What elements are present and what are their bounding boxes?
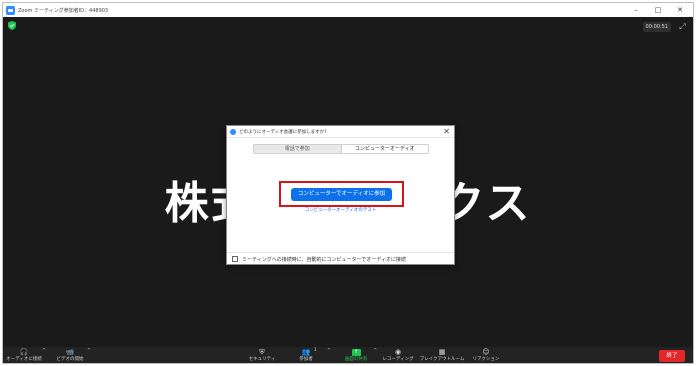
audio-label: オーディオに接続 xyxy=(6,357,42,362)
title-bar: Zoom ミーティング参加者ID：448903 – □ ✕ xyxy=(3,3,693,17)
window-title: Zoom ミーティング参加者ID：448903 xyxy=(18,7,109,14)
participants-icon: 👥 xyxy=(301,348,311,356)
share-label: 画面の共有 xyxy=(344,357,368,362)
close-window-button[interactable]: ✕ xyxy=(669,3,691,17)
auto-join-checkbox[interactable] xyxy=(232,256,238,262)
end-meeting-button[interactable]: 終了 xyxy=(659,350,685,362)
test-audio-link[interactable]: コンピューターオーディオのテスト xyxy=(227,207,454,213)
record-button[interactable]: ◉ レコーディング xyxy=(381,347,415,363)
dialog-title-bar: どのようにオーディオ会議に参加しますか? ✕ xyxy=(227,126,454,138)
shield-icon[interactable] xyxy=(8,21,16,30)
audio-tabs: 電話で参加 コンピューターオーディオ xyxy=(253,144,429,154)
breakout-rooms-button[interactable]: ▦ ブレイクアウトルーム xyxy=(418,347,466,363)
dialog-close-button[interactable]: ✕ xyxy=(443,127,450,137)
participants-label: 参加者 xyxy=(299,357,313,362)
dialog-footer: ミーティングへの接続時に、自動的にコンピューターでオーディオに接続 xyxy=(227,252,454,265)
participants-count: 1 xyxy=(314,347,317,352)
tab-phone[interactable]: 電話で参加 xyxy=(254,145,341,153)
maximize-button[interactable]: □ xyxy=(647,3,669,17)
auto-join-label: ミーティングへの接続時に、自動的にコンピューターでオーディオに接続 xyxy=(242,256,406,263)
fullscreen-icon[interactable]: ⤢ xyxy=(678,22,687,31)
grid-icon: ▦ xyxy=(438,348,446,356)
record-icon: ◉ xyxy=(394,348,402,356)
meeting-toolbar: 🎧 オーディオに接続 ^ 📹 ビデオの開始 ^ ⛨ セキュリティ 👥 参加者 1… xyxy=(3,347,693,363)
video-label: ビデオの開始 xyxy=(56,357,84,362)
join-computer-audio-button[interactable]: コンピューターでオーディオに参加 xyxy=(291,188,392,201)
meeting-timer: 00:00:51 xyxy=(642,22,671,32)
meeting-area: 00:00:51 ⤢ 株式会社ワークス どのようにオーディオ会議に参加しますか?… xyxy=(3,17,693,347)
emoji-icon: ☺ xyxy=(482,348,490,356)
window-controls: – □ ✕ xyxy=(625,3,691,17)
security-button[interactable]: ⛨ セキュリティ xyxy=(247,347,277,363)
participants-caret-icon[interactable]: ^ xyxy=(327,348,331,354)
share-screen-button[interactable]: ↑ 画面の共有 xyxy=(340,347,372,363)
share-caret-icon[interactable]: ^ xyxy=(373,348,377,354)
audio-caret-icon[interactable]: ^ xyxy=(42,348,46,354)
video-off-icon: 📹 xyxy=(65,348,75,356)
security-label: セキュリティ xyxy=(248,357,276,362)
breakout-label: ブレイクアウトルーム xyxy=(419,357,465,362)
highlight-box: コンピューターでオーディオに参加 xyxy=(279,181,404,207)
tab-computer-audio[interactable]: コンピューターオーディオ xyxy=(340,145,428,153)
zoom-window: Zoom ミーティング参加者ID：448903 – □ ✕ 00:00:51 ⤢… xyxy=(2,2,694,364)
reactions-button[interactable]: ☺ リアクション xyxy=(471,347,501,363)
dialog-title: どのようにオーディオ会議に参加しますか? xyxy=(239,129,327,135)
video-caret-icon[interactable]: ^ xyxy=(87,348,91,354)
minimize-button[interactable]: – xyxy=(625,3,647,17)
record-label: レコーディング xyxy=(382,357,414,362)
audio-join-dialog: どのようにオーディオ会議に参加しますか? ✕ 電話で参加 コンピューターオーディ… xyxy=(226,125,455,265)
share-arrow-icon: ↑ xyxy=(351,349,361,356)
zoom-logo-icon xyxy=(6,5,15,15)
reactions-label: リアクション xyxy=(472,357,500,362)
audio-button[interactable]: 🎧 オーディオに接続 xyxy=(6,347,42,363)
video-button[interactable]: 📹 ビデオの開始 xyxy=(55,347,85,363)
shield-icon: ⛨ xyxy=(259,348,265,356)
zoom-logo-icon xyxy=(230,128,236,135)
headphones-icon: 🎧 xyxy=(19,348,29,356)
